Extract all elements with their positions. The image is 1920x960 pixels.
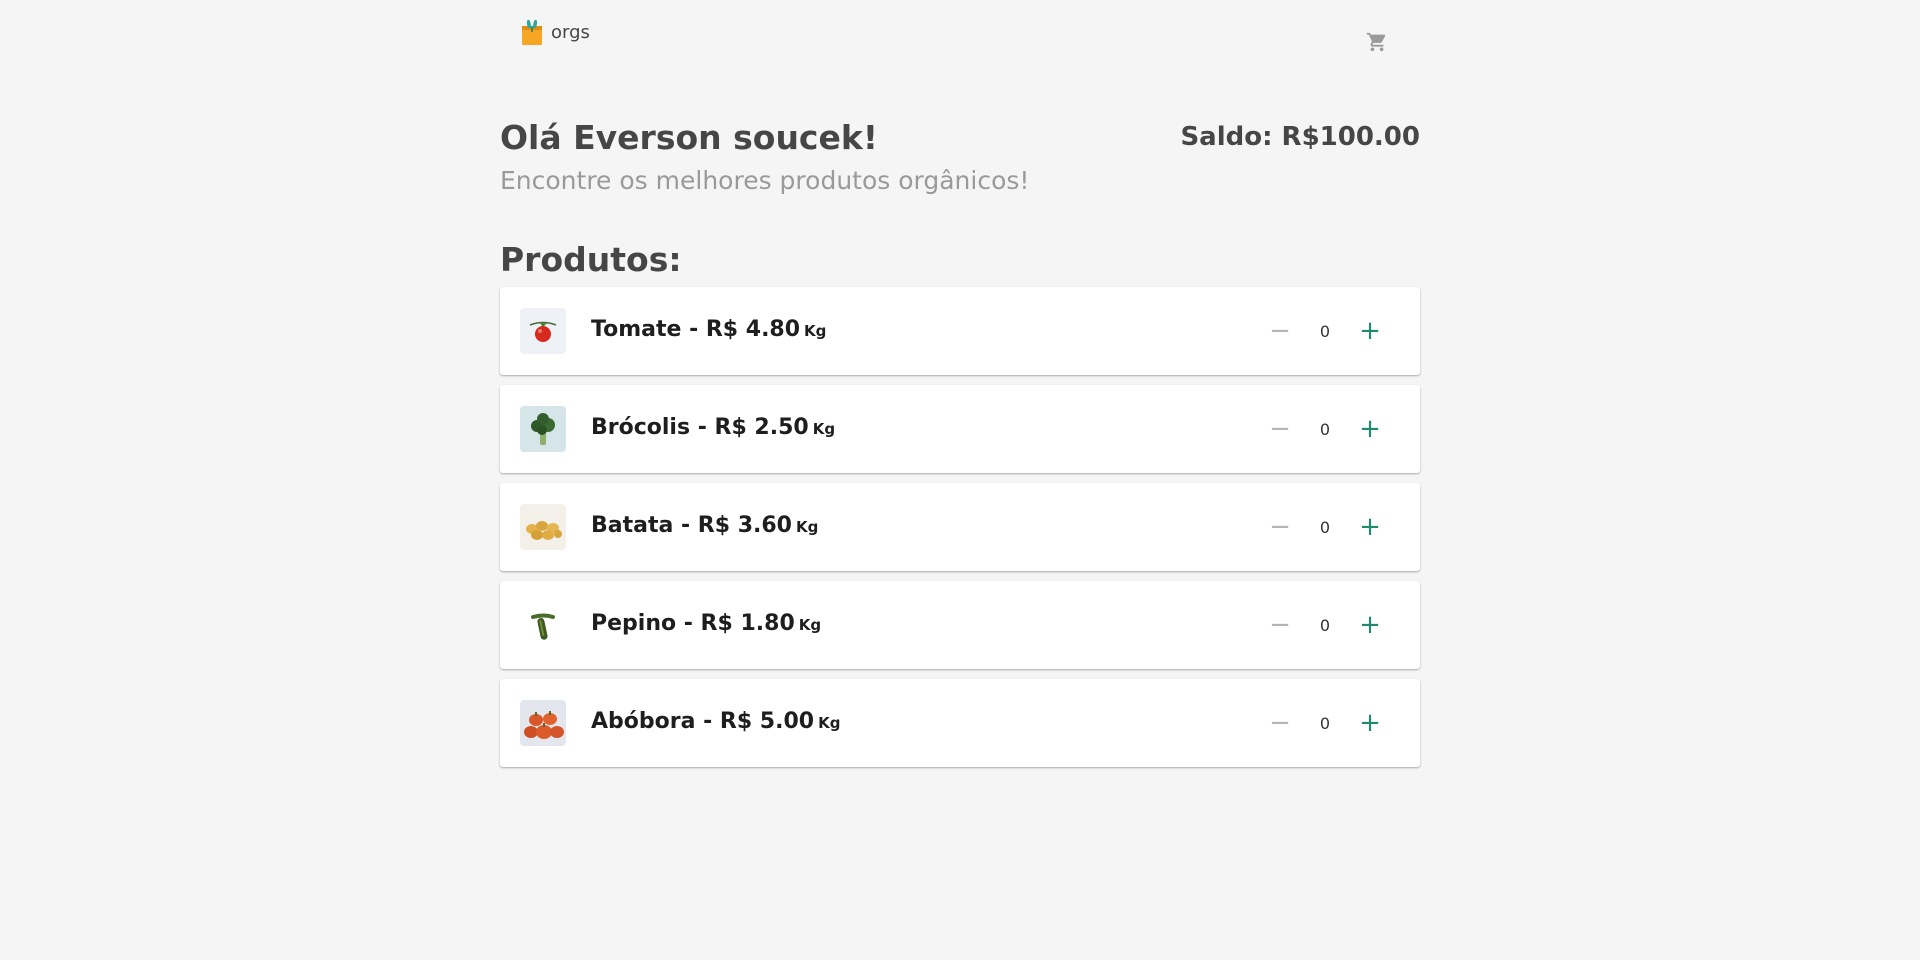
product-name-price: Batata - R$ 3.60 Kg	[591, 513, 818, 538]
product-label: Brócolis - R$ 2.50	[591, 415, 809, 440]
decrease-quantity-button[interactable]: −	[1260, 703, 1300, 743]
decrease-quantity-button[interactable]: −	[1260, 507, 1300, 547]
product-unit: Kg	[812, 420, 836, 438]
increase-quantity-button[interactable]: +	[1350, 311, 1390, 351]
quantity-stepper: − 0 +	[1260, 311, 1390, 351]
broccoli-image	[520, 406, 566, 452]
quantity-value: 0	[1319, 419, 1331, 439]
cucumber-image	[520, 602, 566, 648]
product-unit: Kg	[804, 322, 827, 340]
product-label: Abóbora - R$ 5.00	[591, 709, 815, 734]
increase-quantity-button[interactable]: +	[1350, 409, 1390, 449]
top-bar: orgs	[520, 0, 1390, 70]
product-label: Tomate - R$ 4.80	[591, 317, 801, 342]
product-unit: Kg	[795, 518, 819, 536]
product-name-price: Brócolis - R$ 2.50 Kg	[591, 415, 835, 440]
quantity-value: 0	[1319, 321, 1331, 341]
quantity-value: 0	[1319, 517, 1331, 537]
decrease-quantity-button[interactable]: −	[1260, 605, 1300, 645]
product-unit: Kg	[818, 714, 841, 732]
greeting-title: Olá Everson soucek!	[500, 118, 878, 157]
pumpkin-image	[520, 700, 566, 746]
quantity-stepper: − 0 +	[1260, 409, 1390, 449]
bag-logo-icon	[522, 19, 542, 45]
product-card-batata: Batata - R$ 3.60 Kg − 0 +	[500, 483, 1420, 571]
increase-quantity-button[interactable]: +	[1350, 605, 1390, 645]
quantity-value: 0	[1319, 713, 1331, 733]
product-name-price: Pepino - R$ 1.80 Kg	[591, 611, 821, 636]
product-label: Batata - R$ 3.60	[591, 513, 792, 538]
products-section-title: Produtos:	[500, 240, 682, 279]
quantity-stepper: − 0 +	[1260, 605, 1390, 645]
greeting-subtitle: Encontre os melhores produtos orgânicos!	[500, 166, 1030, 195]
cart-button[interactable]	[1364, 29, 1390, 55]
decrease-quantity-button[interactable]: −	[1260, 311, 1300, 351]
decrease-quantity-button[interactable]: −	[1260, 409, 1300, 449]
product-name-price: Tomate - R$ 4.80 Kg	[591, 317, 826, 342]
balance-label: Saldo: R$100.00	[1180, 122, 1420, 152]
product-name-price: Abóbora - R$ 5.00 Kg	[591, 709, 840, 734]
quantity-stepper: − 0 +	[1260, 507, 1390, 547]
logo-text: orgs	[551, 21, 590, 43]
tomato-image	[520, 308, 566, 354]
product-card-brocolis: Brócolis - R$ 2.50 Kg − 0 +	[500, 385, 1420, 473]
quantity-value: 0	[1319, 615, 1331, 635]
product-card-tomate: Tomate - R$ 4.80 Kg − 0 +	[500, 287, 1420, 375]
product-unit: Kg	[798, 616, 822, 634]
quantity-stepper: − 0 +	[1260, 703, 1390, 743]
increase-quantity-button[interactable]: +	[1350, 703, 1390, 743]
increase-quantity-button[interactable]: +	[1350, 507, 1390, 547]
product-card-pepino: Pepino - R$ 1.80 Kg − 0 +	[500, 581, 1420, 669]
shopping-cart-icon	[1366, 32, 1386, 52]
product-list: Tomate - R$ 4.80 Kg − 0 + Brócolis - R$ …	[500, 287, 1420, 777]
product-label: Pepino - R$ 1.80	[591, 611, 795, 636]
potato-image	[520, 504, 566, 550]
logo[interactable]: orgs	[520, 18, 590, 46]
product-card-abobora: Abóbora - R$ 5.00 Kg − 0 +	[500, 679, 1420, 767]
